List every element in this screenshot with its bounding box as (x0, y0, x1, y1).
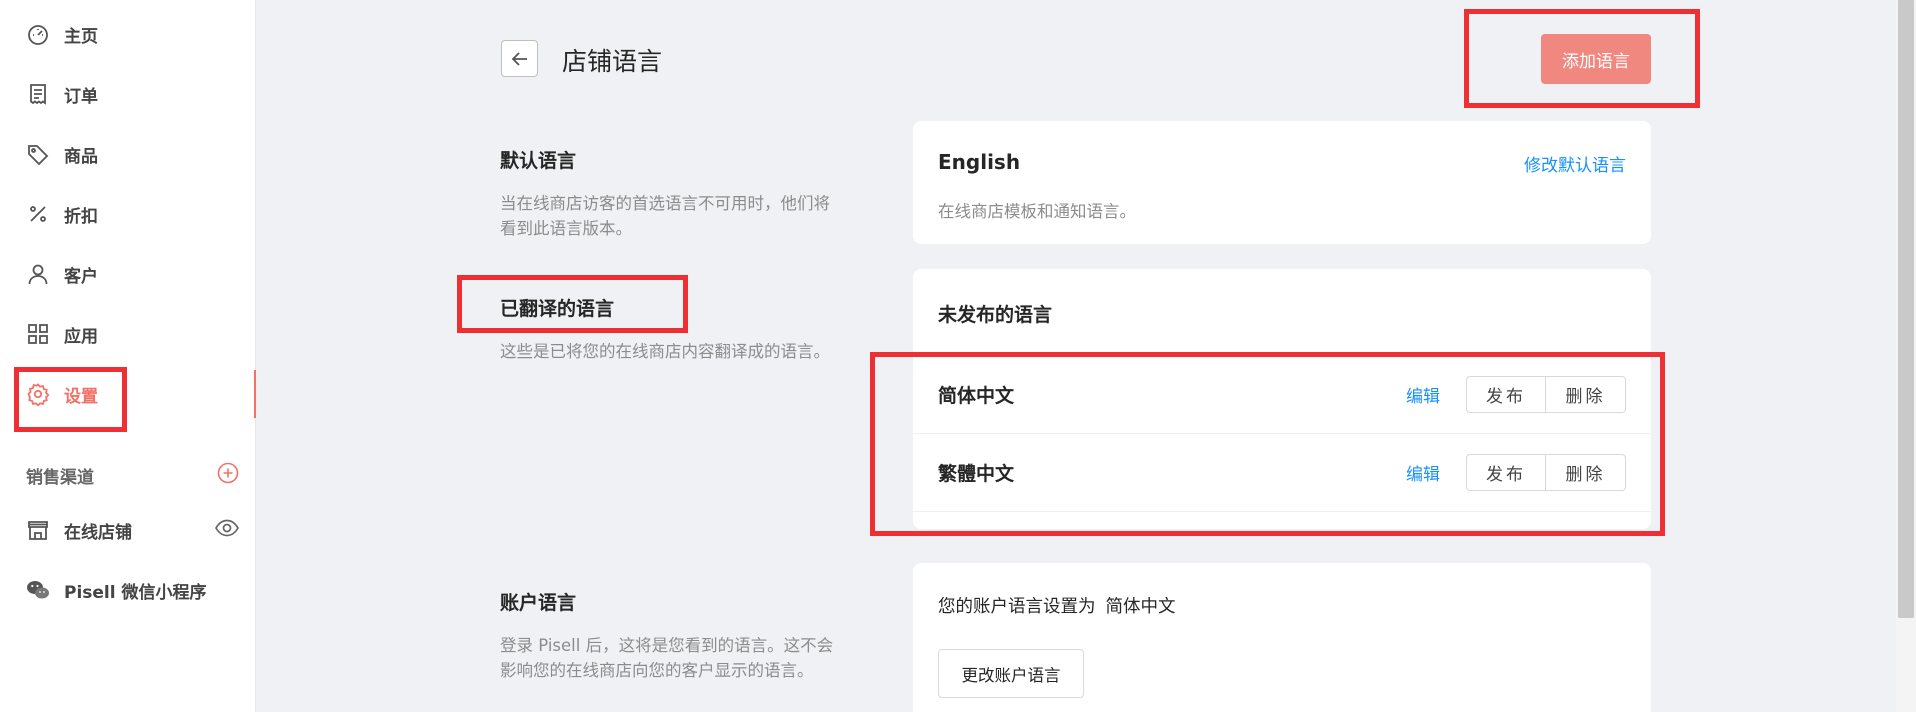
publish-button[interactable]: 发布 (1466, 454, 1546, 491)
language-row: 简体中文 编辑 发布 删除 (913, 354, 1651, 433)
default-language-card: English 修改默认语言 在线商店模板和通知语言。 (913, 121, 1651, 244)
translated-languages-heading: 已翻译的语言 (500, 298, 615, 320)
eye-icon[interactable] (214, 517, 240, 539)
delete-button[interactable]: 删除 (1546, 375, 1626, 413)
page-title: 店铺语言 (562, 47, 663, 76)
add-language-button[interactable]: 添加语言 (1541, 34, 1651, 84)
sidebar-item-orders[interactable]: 订单 (0, 74, 256, 114)
edit-link[interactable]: 编辑 (1406, 382, 1440, 407)
account-language-label: 您的账户语言设置为 (938, 597, 1096, 617)
unpublished-languages-title: 未发布的语言 (938, 304, 1053, 326)
default-language-description: 当在线商店访客的首选语言不可用时，他们将 看到此语言版本。 (500, 194, 830, 238)
sidebar-item-settings[interactable]: 设置 (0, 374, 256, 414)
arrow-left-icon (511, 51, 527, 66)
default-language-value: English (938, 150, 1021, 174)
gear-icon (26, 382, 50, 406)
language-name: 繁體中文 (938, 463, 1015, 485)
store-icon (26, 518, 50, 542)
wechat-icon (26, 578, 50, 602)
account-language-value: 简体中文 (1105, 597, 1176, 617)
edit-link[interactable]: 编辑 (1406, 460, 1440, 485)
user-icon (26, 262, 50, 286)
change-account-language-button[interactable]: 更改账户语言 (938, 649, 1084, 698)
active-indicator (254, 370, 256, 418)
sidebar-item-products[interactable]: 商品 (0, 134, 256, 174)
delete-button[interactable]: 删除 (1546, 454, 1626, 491)
account-language-text: 您的账户语言设置为 简体中文 (938, 593, 1176, 618)
scrollbar-thumb[interactable] (1898, 0, 1914, 618)
translated-languages-card: 未发布的语言 简体中文 编辑 发布 删除 繁體中文 编辑 发布 删除 (913, 269, 1651, 529)
sidebar-item-customers[interactable]: 客户 (0, 254, 256, 294)
tag-icon (26, 142, 50, 166)
default-language-note: 在线商店模板和通知语言。 (938, 202, 1136, 221)
add-channel-icon[interactable] (217, 462, 239, 484)
translated-languages-description: 这些是已将您的在线商店内容翻译成的语言。 (500, 342, 830, 361)
apps-icon (26, 322, 50, 346)
language-row: 繁體中文 编辑 发布 删除 (913, 433, 1651, 512)
sidebar-item-apps[interactable]: 应用 (0, 314, 256, 354)
sidebar-item-wechat-miniprogram[interactable]: Pisell 微信小程序 (0, 570, 256, 610)
row-action-group: 发布 删除 (1466, 454, 1626, 491)
sales-channels-title: 销售渠道 (26, 468, 94, 488)
row-action-group: 发布 删除 (1466, 375, 1626, 413)
account-language-heading: 账户语言 (500, 592, 577, 614)
receipt-icon (26, 82, 50, 106)
change-default-language-link[interactable]: 修改默认语言 (1524, 151, 1626, 176)
sidebar: 主页 订单 商品 折扣 客户 应用 设置 销售渠道 在线店铺 Pisell 微信… (0, 0, 256, 712)
sidebar-item-home[interactable]: 主页 (0, 14, 256, 54)
language-name: 简体中文 (938, 384, 1015, 407)
default-language-heading: 默认语言 (500, 150, 577, 172)
account-language-description: 登录 Pisell 后，这将是您看到的语言。这不会影响您的在线商店向您的客户显示… (500, 636, 834, 680)
percent-icon (26, 202, 50, 226)
back-button[interactable] (501, 40, 538, 77)
account-language-card: 您的账户语言设置为 简体中文 更改账户语言 (913, 563, 1651, 712)
dashboard-icon (26, 22, 50, 46)
sidebar-item-discounts[interactable]: 折扣 (0, 194, 256, 234)
publish-button[interactable]: 发布 (1466, 375, 1546, 413)
